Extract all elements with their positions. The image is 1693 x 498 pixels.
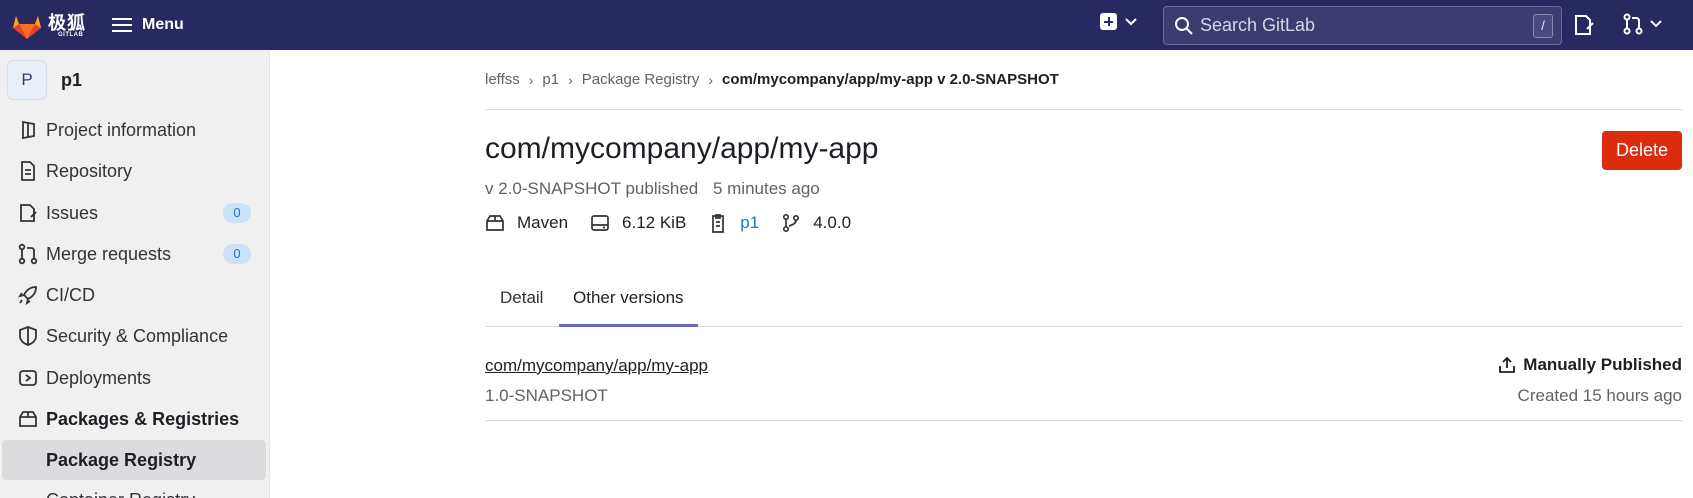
sidebar-item-label: Project information xyxy=(46,119,197,140)
breadcrumb-link[interactable]: p1 xyxy=(542,71,559,88)
gitlab-logo-icon[interactable] xyxy=(10,8,44,42)
plus-icon xyxy=(1100,13,1117,30)
breadcrumb-current[interactable]: com/mycompany/app/my-app v 2.0-SNAPSHOT xyxy=(722,71,1059,88)
issues-icon xyxy=(20,204,37,222)
top-navbar: 极狐 GITLAB Menu / xyxy=(0,0,1693,50)
search-shortcut-hint: / xyxy=(1533,14,1553,38)
sidebar-project-link[interactable]: P p1 xyxy=(7,60,82,100)
chevron-down-icon xyxy=(1125,17,1137,25)
project-name: p1 xyxy=(61,69,83,90)
search-input[interactable] xyxy=(1200,15,1520,36)
issues-count-badge: 0 xyxy=(223,203,251,223)
package-published-info: v 2.0-SNAPSHOT published 5 minutes ago xyxy=(485,179,820,199)
branch-icon xyxy=(783,213,800,233)
search-icon xyxy=(1175,16,1193,35)
chevron-down-icon xyxy=(1650,20,1662,28)
sidebar-item-ci-cd[interactable]: CI/CD xyxy=(0,275,266,315)
package-type-label: Maven xyxy=(517,213,569,232)
sidebar-item-label: Container Registry xyxy=(46,490,195,498)
sidebar-item-label: Security & Compliance xyxy=(46,325,229,346)
merge-request-icon xyxy=(18,243,38,265)
menu-button[interactable]: Menu xyxy=(112,12,184,38)
tab-bar: Detail Other versions xyxy=(485,282,1683,327)
deployments-icon xyxy=(19,370,37,386)
breadcrumb-link[interactable]: Package Registry xyxy=(582,71,700,88)
package-size-label: 6.12 KiB xyxy=(622,213,687,232)
sidebar-item-label: Repository xyxy=(46,160,133,181)
merge-requests-dropdown[interactable] xyxy=(1622,13,1662,35)
package-size: 6.12 KiB xyxy=(590,213,686,233)
sidebar-item-label: Merge requests xyxy=(46,243,172,264)
package-icon xyxy=(19,411,37,427)
version-publish-status: Manually Published xyxy=(1497,355,1682,375)
tab-other-versions[interactable]: Other versions xyxy=(559,282,698,327)
page-title: com/mycompany/app/my-app xyxy=(485,132,879,165)
divider xyxy=(485,109,1683,110)
sidebar-item-project-information[interactable]: Project information xyxy=(0,110,266,150)
project-icon xyxy=(22,120,35,140)
new-dropdown-button[interactable] xyxy=(1100,13,1137,30)
sidebar: P p1 Project information Repository Issu… xyxy=(0,50,270,498)
rocket-icon xyxy=(17,286,37,306)
project-link[interactable]: p1 xyxy=(740,213,759,233)
breadcrumb-link[interactable]: leffss xyxy=(485,71,520,88)
chevron-right-icon: › xyxy=(708,71,714,88)
sidebar-item-deployments[interactable]: Deployments xyxy=(0,358,266,398)
logo-subtext: GITLAB xyxy=(58,32,84,38)
issues-icon[interactable] xyxy=(1572,13,1596,37)
version-package-link[interactable]: com/mycompany/app/my-app xyxy=(485,356,708,376)
package-project: p1 xyxy=(708,213,759,233)
merge-request-icon xyxy=(1623,13,1643,35)
tab-detail[interactable]: Detail xyxy=(500,282,543,327)
upload-icon xyxy=(1499,356,1516,373)
chevron-right-icon: › xyxy=(528,71,534,88)
search-box[interactable]: / xyxy=(1163,6,1562,45)
published-time-ago[interactable]: 5 minutes ago xyxy=(713,179,820,198)
sidebar-subitem-container-registry[interactable]: Container Registry xyxy=(0,480,266,498)
sidebar-item-label: Packages & Registries xyxy=(46,408,240,429)
hamburger-icon xyxy=(112,18,132,32)
sidebar-item-label: Deployments xyxy=(46,367,152,388)
package-pipeline-ref: 4.0.0 xyxy=(781,213,851,233)
menu-label: Menu xyxy=(142,16,184,33)
package-metadata: Maven 6.12 KiB p1 4.0.0 xyxy=(485,213,873,233)
version-number: 1.0-SNAPSHOT xyxy=(485,386,608,405)
chevron-right-icon: › xyxy=(568,71,573,88)
sidebar-item-repository[interactable]: Repository xyxy=(0,151,266,191)
shield-icon xyxy=(19,326,37,346)
delete-button[interactable]: Delete xyxy=(1602,131,1682,170)
version-created-time: Created 15 hours ago xyxy=(1517,386,1682,405)
sidebar-item-label: CI/CD xyxy=(46,284,95,305)
package-type: Maven xyxy=(485,213,568,233)
document-icon xyxy=(21,161,35,181)
sidebar-item-security[interactable]: Security & Compliance xyxy=(0,316,266,356)
version-published-text: v 2.0-SNAPSHOT published xyxy=(485,179,699,198)
project-avatar: P xyxy=(7,60,47,100)
version-status-label: Manually Published xyxy=(1523,355,1682,374)
merge-requests-count-badge: 0 xyxy=(223,244,251,264)
divider xyxy=(485,420,1683,421)
sidebar-item-merge-requests[interactable]: Merge requests 0 xyxy=(0,234,266,274)
sidebar-subitem-package-registry[interactable]: Package Registry xyxy=(2,440,266,480)
breadcrumb: leffss › p1 › Package Registry › com/myc… xyxy=(485,71,1059,88)
disk-icon xyxy=(591,215,609,231)
package-icon xyxy=(486,215,504,231)
sidebar-item-label: Issues xyxy=(46,202,99,223)
clipboard-icon xyxy=(712,214,725,233)
sidebar-item-issues[interactable]: Issues 0 xyxy=(0,193,266,233)
sidebar-item-label: Package Registry xyxy=(46,449,197,470)
sidebar-item-packages-registries[interactable]: Packages & Registries xyxy=(0,399,266,439)
pipeline-ref-label: 4.0.0 xyxy=(813,213,852,232)
